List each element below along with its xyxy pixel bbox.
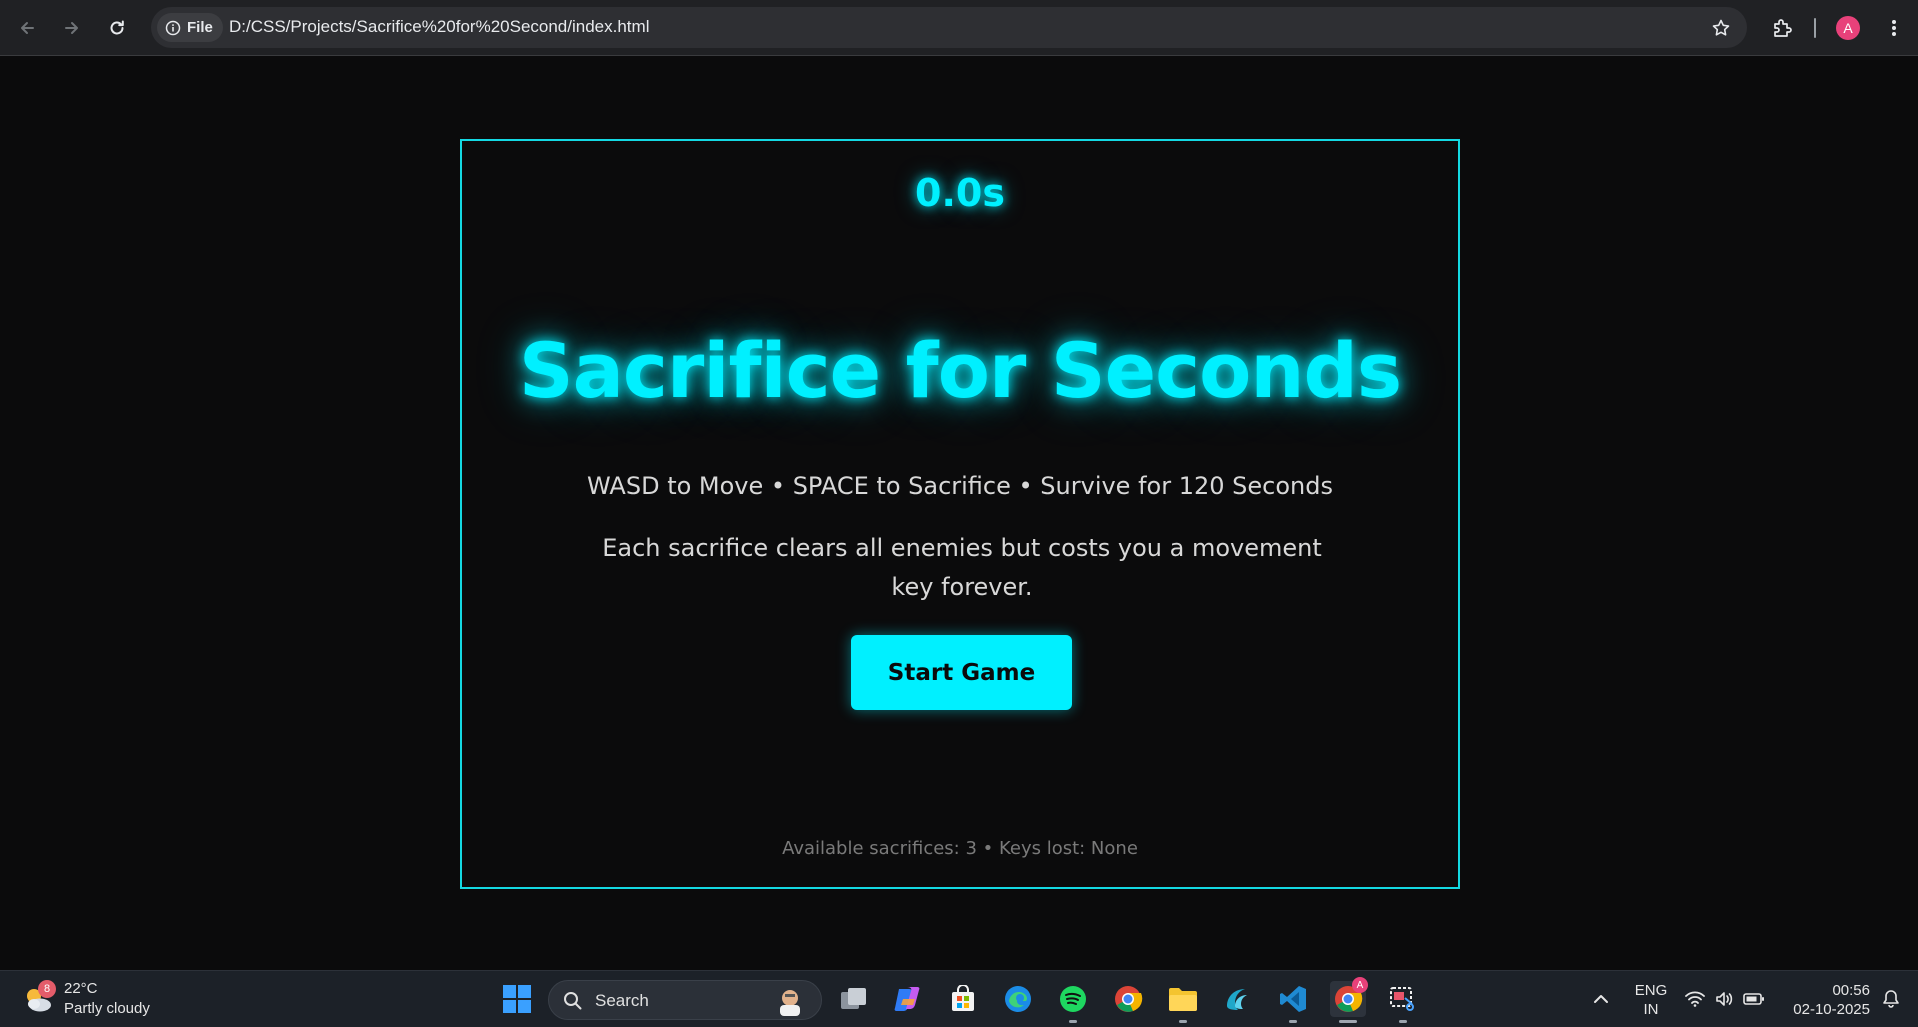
region-code: IN: [1643, 1001, 1659, 1018]
puzzle-icon: [1774, 19, 1792, 37]
edge-icon: [1005, 986, 1031, 1012]
bing-doodle-icon: [780, 990, 800, 1016]
system-tray-status[interactable]: [1684, 981, 1766, 1017]
running-indicator: [1179, 1020, 1187, 1023]
chevron-up-icon: [1594, 995, 1608, 1003]
wave-app-icon: [1227, 989, 1247, 1010]
file-explorer-app[interactable]: [1165, 981, 1201, 1023]
taskview-button[interactable]: [836, 981, 872, 1017]
running-indicator: [1399, 1020, 1407, 1023]
arrow-right-icon: [65, 22, 78, 34]
running-indicator: [1339, 1020, 1357, 1023]
game-title: Sacrifice for Seconds: [518, 326, 1402, 415]
running-indicator: [1289, 1020, 1297, 1023]
reload-icon: [110, 20, 124, 35]
vscode-app[interactable]: [1275, 981, 1311, 1023]
store-app[interactable]: [945, 981, 981, 1017]
controls-instructions: WASD to Move • SPACE to Sacrifice • Surv…: [587, 472, 1333, 500]
bell-icon: [1883, 990, 1899, 1008]
wave-app[interactable]: [1220, 981, 1256, 1017]
site-info-chip[interactable]: File: [157, 13, 223, 42]
task-view-icon: [841, 988, 866, 1009]
spotify-icon: [1060, 986, 1086, 1012]
kebab-menu-icon: [1892, 20, 1896, 36]
bookmark-button[interactable]: [1709, 16, 1733, 40]
page-viewport: 0.0s Sacrifice for Seconds WASD to Move …: [0, 57, 1918, 970]
start-game-button[interactable]: Start Game: [851, 635, 1072, 710]
notifications-button[interactable]: [1876, 981, 1906, 1017]
star-icon: [1712, 19, 1730, 36]
chrome-profile-app[interactable]: A: [1330, 977, 1368, 1023]
partly-cloudy-icon: 8: [22, 980, 56, 1016]
profile-button[interactable]: A: [1832, 12, 1864, 44]
microsoft-store-icon: [952, 985, 974, 1011]
browser-toolbar: File D:/CSS/Projects/Sacrifice%20for%20S…: [0, 0, 1918, 56]
status-bar: Available sacrifices: 3 • Keys lost: Non…: [782, 838, 1138, 859]
arrow-left-icon: [21, 22, 34, 34]
taskbar: 8 22°C Partly cloudy Search A ENG IN 00:…: [0, 970, 1918, 1027]
show-hidden-icons-button[interactable]: [1588, 981, 1614, 1017]
language-code: ENG: [1634, 982, 1668, 999]
menu-button[interactable]: [1878, 12, 1910, 44]
site-info-label: File: [187, 19, 213, 36]
copilot-icon: [894, 987, 920, 1011]
weather-temp: 22°C: [64, 980, 98, 997]
reload-button[interactable]: [101, 12, 133, 44]
battery-icon: [1743, 993, 1764, 1005]
vscode-icon: [1280, 986, 1306, 1012]
extensions-button[interactable]: [1766, 12, 1798, 44]
weather-badge: 8: [38, 980, 56, 998]
volume-icon: [1716, 992, 1733, 1006]
spotify-app[interactable]: [1055, 981, 1091, 1023]
avatar: A: [1836, 16, 1860, 40]
info-icon: [165, 20, 181, 35]
search-label: Search: [595, 991, 649, 1010]
search-icon: [564, 992, 582, 1010]
clock-date: 02-10-2025: [1793, 1001, 1870, 1018]
clock[interactable]: 00:56 02-10-2025: [1780, 981, 1870, 1019]
language-indicator[interactable]: ENG IN: [1630, 981, 1672, 1019]
profile-badge: A: [1352, 977, 1368, 993]
running-indicator: [1069, 1020, 1077, 1023]
snipping-tool-app[interactable]: [1385, 981, 1421, 1023]
copilot-app[interactable]: [890, 981, 926, 1017]
game-description: Each sacrifice clears all enemies but co…: [602, 534, 1322, 601]
clock-time: 00:56: [1832, 982, 1870, 999]
toolbar-divider: [1812, 12, 1818, 44]
taskbar-search[interactable]: Search: [548, 980, 822, 1020]
wifi-icon: [1685, 991, 1705, 1007]
weather-desc: Partly cloudy: [64, 1000, 150, 1017]
back-button[interactable]: [11, 12, 43, 44]
game-container: 0.0s Sacrifice for Seconds WASD to Move …: [460, 139, 1460, 889]
edge-app[interactable]: [1000, 981, 1036, 1017]
forward-button[interactable]: [56, 12, 88, 44]
windows-logo-icon: [503, 985, 531, 1013]
chrome-app[interactable]: [1110, 981, 1146, 1017]
start-button[interactable]: [499, 981, 535, 1017]
folder-icon: [1169, 988, 1197, 1011]
chrome-icon: [1115, 986, 1143, 1012]
address-bar[interactable]: File D:/CSS/Projects/Sacrifice%20for%20S…: [151, 7, 1747, 48]
url-text[interactable]: D:/CSS/Projects/Sacrifice%20for%20Second…: [229, 17, 649, 37]
weather-widget[interactable]: 8 22°C Partly cloudy: [22, 979, 150, 1019]
snipping-tool-icon: [1390, 987, 1414, 1011]
timer-display: 0.0s: [915, 171, 1005, 215]
